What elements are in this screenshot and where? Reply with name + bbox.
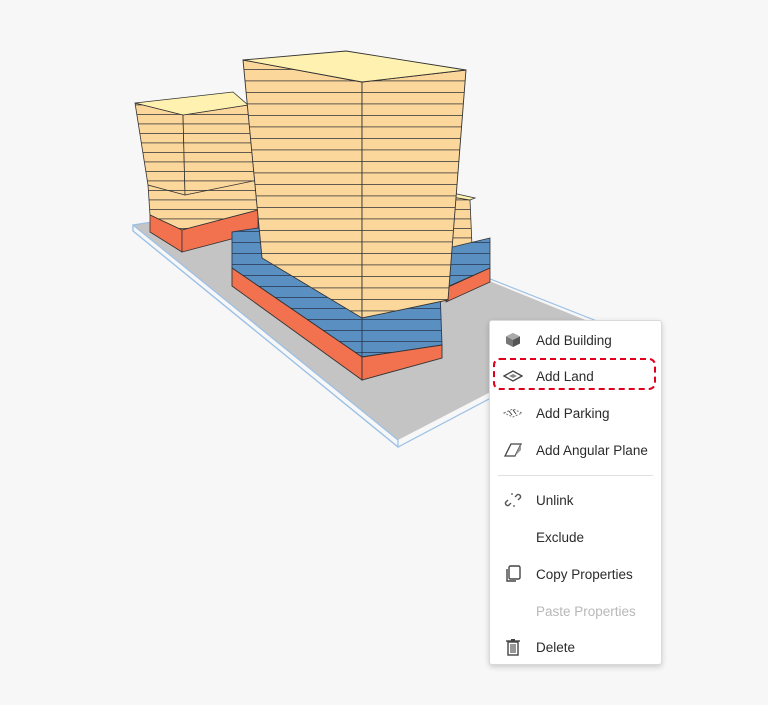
add-angular-plane-menu-item[interactable]: Add Angular Plane [490,433,661,467]
add-building-label: Add Building [536,332,612,348]
paste-properties-label: Paste Properties [536,603,636,619]
add-parking-menu-item[interactable]: Add Parking [490,396,661,430]
context-menu: Add Building Add Land Add Parking Add An… [489,320,662,665]
parking-icon [503,403,523,423]
delete-label: Delete [536,639,576,655]
copy-properties-menu-item[interactable]: Copy Properties [490,557,661,591]
broken-link-icon [503,490,523,510]
unlink-label: Unlink [536,492,574,508]
copy-icon [503,564,523,584]
add-angular-plane-label: Add Angular Plane [536,442,648,458]
add-building-menu-item[interactable]: Add Building [490,323,661,357]
add-land-label: Add Land [536,368,594,384]
land-plane-icon [503,366,523,386]
delete-menu-item[interactable]: Delete [490,630,661,664]
exclude-menu-item[interactable]: Exclude [490,520,661,554]
trash-icon [503,637,523,657]
menu-separator [498,475,653,476]
angular-plane-icon [503,440,523,460]
add-parking-label: Add Parking [536,405,610,421]
cube-icon [503,330,523,350]
exclude-label: Exclude [536,529,585,545]
left-tower[interactable] [134,91,259,253]
add-land-menu-item[interactable]: Add Land [490,359,661,393]
copy-properties-label: Copy Properties [536,566,633,582]
unlink-menu-item[interactable]: Unlink [490,483,661,517]
paste-properties-menu-item[interactable]: Paste Properties [490,594,661,628]
